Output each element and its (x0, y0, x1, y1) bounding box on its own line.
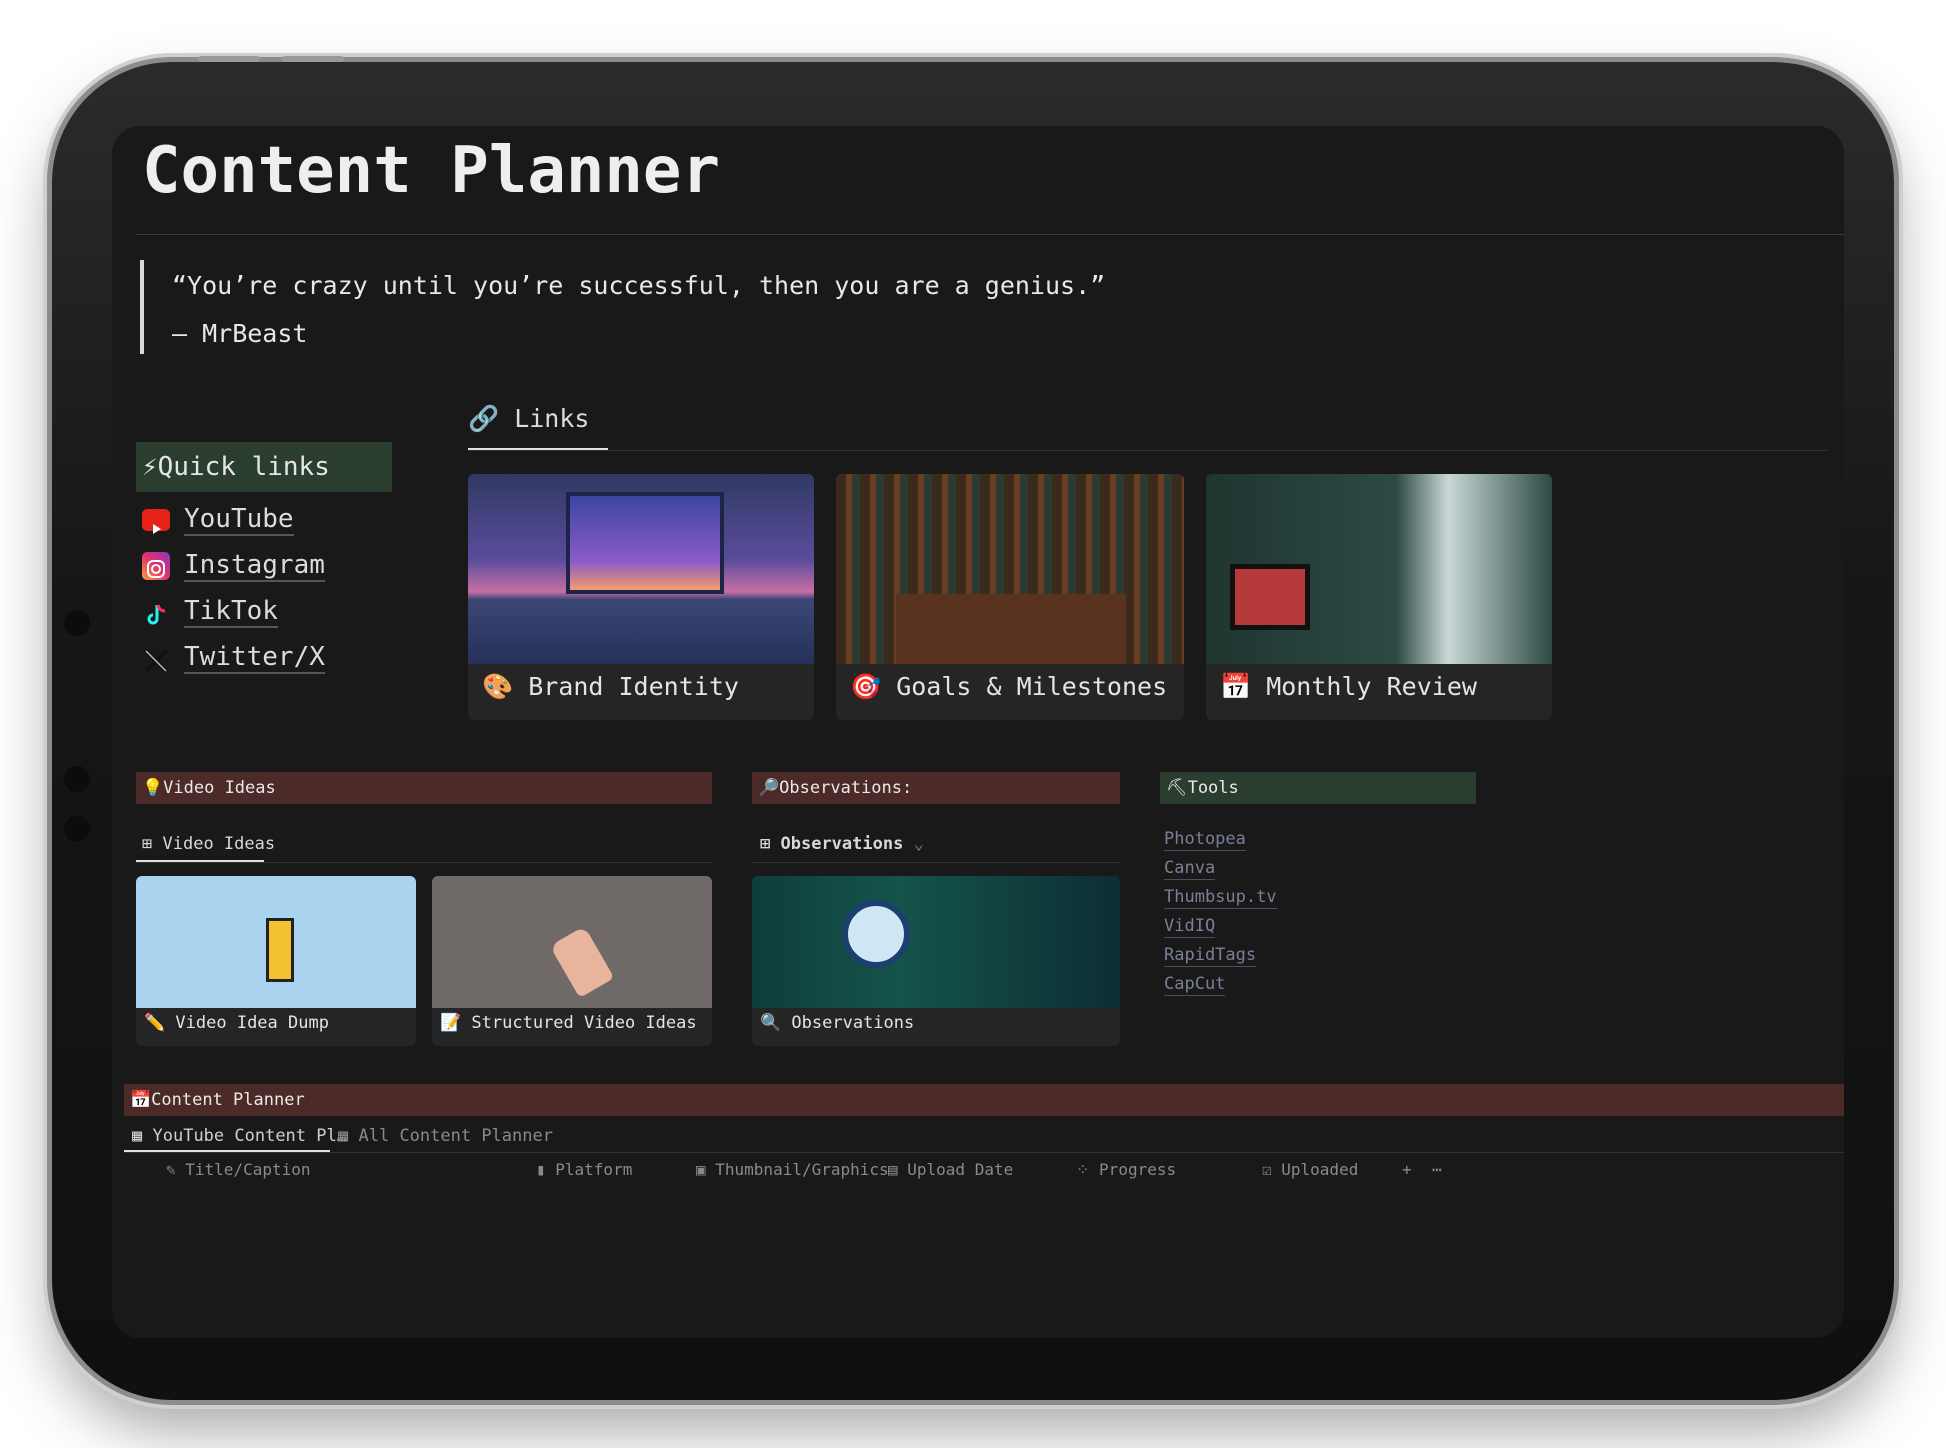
card-caption: 🎯 Goals & Milestones (850, 654, 1167, 720)
structured-video-ideas-card[interactable]: 📝 Structured Video Ideas (432, 876, 712, 1046)
quick-link-label: YouTube (184, 504, 294, 536)
quick-link-tiktok[interactable]: TikTok (142, 588, 278, 634)
table-view-icon: ▦ (338, 1126, 349, 1146)
card-title: Monthly Review (1266, 672, 1477, 701)
card-image-window (566, 492, 724, 594)
card-caption: 📝 Structured Video Ideas (440, 1000, 697, 1046)
quick-link-label: Twitter/X (184, 642, 325, 674)
youtube-icon (142, 508, 170, 534)
camera (64, 816, 90, 842)
tools-heading: ⛏Tools (1160, 772, 1476, 804)
divider (136, 234, 1844, 235)
tab-all-content-planner[interactable]: ▦ All Content Planner (338, 1126, 553, 1146)
pencil-wings-image (266, 918, 294, 982)
column-header-upload-date[interactable]: ▤ Upload Date (888, 1160, 1013, 1179)
column-header-uploaded[interactable]: ☑ Uploaded (1262, 1160, 1358, 1179)
column-header-title[interactable]: ✎ Title/Caption (166, 1160, 311, 1179)
memo-icon: 📝 (440, 1013, 462, 1033)
card-caption: 🎨 Brand Identity (482, 654, 739, 720)
x-icon (142, 644, 170, 672)
table-view-icon: ▦ (132, 1126, 143, 1146)
quick-links-heading: ⚡Quick links (136, 442, 392, 492)
tab-video-ideas[interactable]: ⊞ Video Ideas (142, 834, 275, 854)
calendar-icon: 📅 (1220, 672, 1252, 701)
quote-author: – MrBeast (172, 319, 308, 348)
quote-block: “You’re crazy until you’re successful, t… (172, 262, 1105, 358)
tiktok-icon (142, 598, 170, 626)
gallery-view-icon: ⊞ (760, 834, 771, 854)
card-title: Structured Video Ideas (471, 1013, 697, 1033)
column-label: Platform (555, 1160, 633, 1179)
tab-divider (124, 1152, 1844, 1153)
magnifier-image (842, 900, 910, 968)
tab-divider (752, 862, 1120, 863)
tab-label: All Content Planner (358, 1126, 553, 1146)
tab-label: YouTube Content Pl… (152, 1126, 347, 1146)
gallery-card-monthly-review[interactable]: 📅 Monthly Review (1206, 474, 1552, 720)
tool-link-vidiq[interactable]: VidIQ (1164, 915, 1216, 938)
observations-heading: 🔎Observations: (752, 772, 1120, 804)
card-image-monitor (1230, 564, 1310, 630)
app-screen: Content Planner “You’re crazy until you’… (112, 126, 1844, 1338)
page-title: Content Planner (142, 134, 720, 208)
camera (64, 610, 90, 636)
quick-link-instagram[interactable]: Instagram (142, 542, 325, 588)
card-caption: 📅 Monthly Review (1220, 654, 1477, 720)
card-image (752, 876, 1120, 1008)
tool-link-rapidtags[interactable]: RapidTags (1164, 944, 1257, 967)
camera (64, 766, 90, 792)
column-header-platform[interactable]: ▮ Platform (536, 1160, 632, 1179)
column-label: Uploaded (1281, 1160, 1359, 1179)
column-label: Thumbnail/Graphics (715, 1160, 889, 1179)
column-header-thumbnail[interactable]: ▣ Thumbnail/Graphics (696, 1160, 889, 1179)
tab-youtube-content-planner[interactable]: ▦ YouTube Content Pl… (132, 1126, 347, 1146)
tab-divider (136, 862, 712, 863)
quick-link-label: Instagram (184, 550, 325, 582)
chevron-down-icon: ⌄ (913, 834, 924, 854)
instagram-icon (142, 551, 170, 580)
tab-label: Observations (780, 834, 904, 854)
gallery-card-goals[interactable]: 🎯 Goals & Milestones (836, 474, 1184, 720)
tab-observations[interactable]: ⊞ Observations ⌄ (760, 834, 924, 854)
column-label: Title/Caption (185, 1160, 311, 1179)
link-icon: 🔗 (468, 404, 500, 433)
tab-label: Video Ideas (162, 834, 276, 854)
column-label: Progress (1099, 1160, 1177, 1179)
observations-card[interactable]: 🔍 Observations (752, 876, 1120, 1046)
gallery-card-brand-identity[interactable]: 🎨 Brand Identity (468, 474, 814, 720)
tool-link-thumbsup[interactable]: Thumbsup.tv (1164, 886, 1277, 909)
palette-icon: 🎨 (482, 672, 514, 701)
target-icon: 🎯 (850, 672, 882, 701)
volume-button (198, 56, 260, 62)
quick-link-youtube[interactable]: YouTube (142, 496, 294, 542)
quote-bar (140, 260, 144, 354)
video-idea-dump-card[interactable]: ✏️ Video Idea Dump (136, 876, 416, 1046)
tab-divider (468, 450, 1828, 451)
card-title: Goals & Milestones (896, 672, 1168, 701)
tool-link-canva[interactable]: Canva (1164, 857, 1216, 880)
quick-link-label: TikTok (184, 596, 278, 628)
quote-text: “You’re crazy until you’re successful, t… (172, 271, 1106, 300)
pencil-icon: ✏️ (144, 1013, 166, 1033)
card-title: Brand Identity (528, 672, 739, 701)
card-caption: ✏️ Video Idea Dump (144, 1000, 329, 1046)
gallery-view-icon: ⊞ (142, 834, 153, 854)
volume-button (282, 56, 344, 62)
quick-link-twitter[interactable]: Twitter/X (142, 634, 325, 680)
content-planner-heading: 📅Content Planner (124, 1084, 1844, 1116)
more-options-icon[interactable]: ⋯ (1432, 1160, 1442, 1179)
tab-label: Links (514, 404, 590, 433)
column-label: Upload Date (907, 1160, 1014, 1179)
column-header-progress[interactable]: ⁘ Progress (1076, 1160, 1176, 1179)
magnifier-icon: 🔍 (760, 1013, 782, 1033)
card-title: Video Idea Dump (175, 1013, 329, 1033)
add-column-icon[interactable]: + (1402, 1160, 1412, 1179)
card-title: Observations (791, 1013, 915, 1033)
tool-link-capcut[interactable]: CapCut (1164, 973, 1226, 996)
tab-links[interactable]: 🔗 Links (468, 404, 589, 434)
tool-link-photopea[interactable]: Photopea (1164, 828, 1246, 851)
video-ideas-heading: 💡Video Ideas (136, 772, 712, 804)
card-caption: 🔍 Observations (760, 1000, 914, 1046)
